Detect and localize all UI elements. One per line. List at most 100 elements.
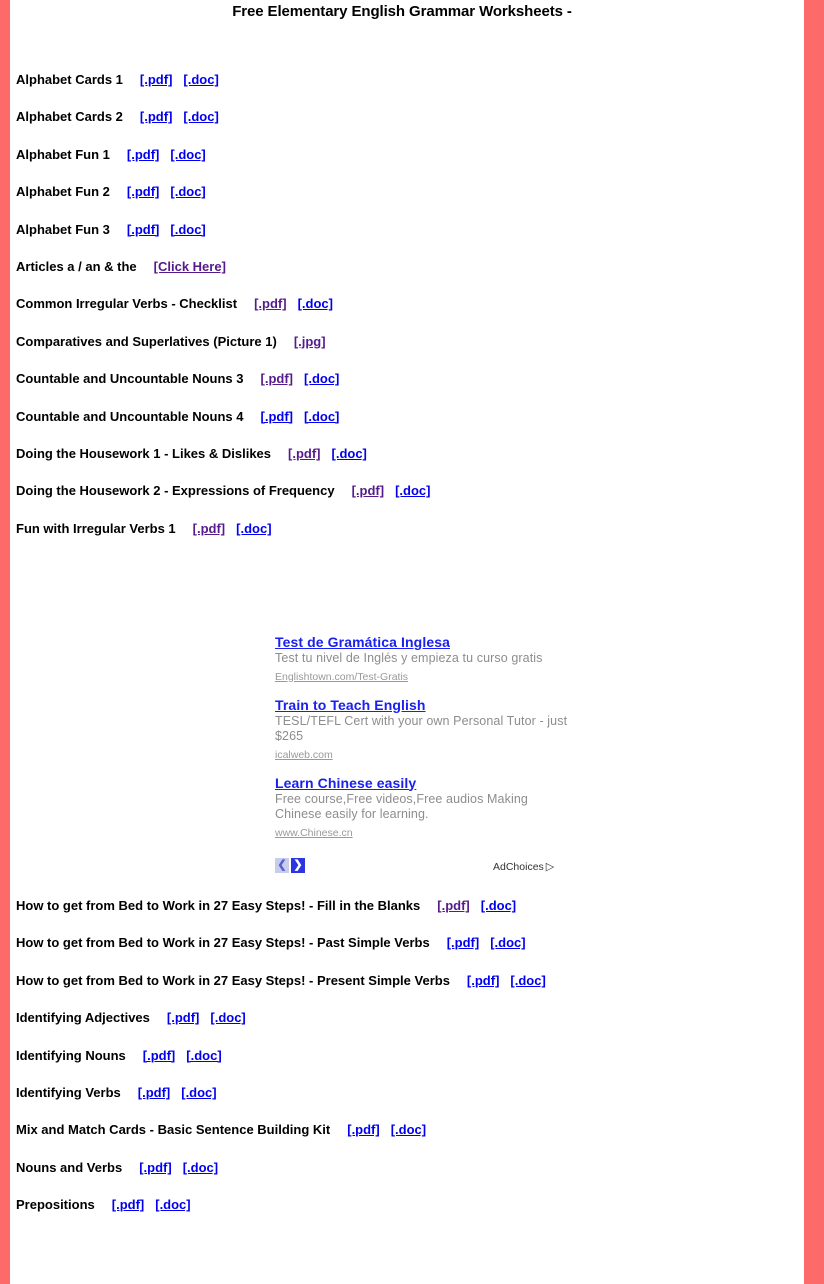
ad-display-url[interactable]: www.Chinese.cn — [275, 827, 353, 840]
ad-item: Test de Gramática Inglesa Test tu nivel d… — [275, 634, 575, 685]
worksheet-download-link[interactable]: [.pdf] — [140, 109, 172, 124]
worksheet-download-link[interactable]: [.doc] — [183, 72, 218, 87]
worksheet-row: How to get from Bed to Work in 27 Easy S… — [10, 935, 804, 951]
worksheet-download-link[interactable]: [.pdf] — [138, 1085, 170, 1100]
worksheet-download-link[interactable]: [.doc] — [395, 483, 430, 498]
worksheet-title: Alphabet Cards 1 — [16, 72, 123, 87]
worksheet-download-link[interactable]: [.pdf] — [467, 973, 499, 988]
worksheet-title: Identifying Nouns — [16, 1047, 126, 1063]
ad-item: Train to Teach English TESL/TEFL Cert wit… — [275, 697, 575, 763]
worksheet-row: Alphabet Fun 3 [.pdf] [.doc] — [10, 222, 804, 238]
worksheet-row: Identifying Verbs [.pdf] [.doc] — [10, 1085, 804, 1101]
ad-items: Test de Gramática Inglesa Test tu nivel d… — [275, 634, 575, 841]
worksheet-title: Prepositions — [16, 1197, 95, 1213]
worksheet-download-link[interactable]: [.doc] — [183, 109, 218, 124]
worksheet-download-link[interactable]: [.doc] — [210, 1010, 245, 1025]
worksheet-download-link[interactable]: [.pdf] — [140, 72, 172, 87]
worksheet-download-link[interactable]: [.doc] — [481, 898, 516, 913]
worksheet-row: Fun with Irregular Verbs 1 [.pdf] [.doc] — [10, 521, 804, 537]
ad-headline-link[interactable]: Train to Teach English — [275, 697, 575, 714]
worksheet-title: Countable and Uncountable Nouns 3 — [16, 371, 244, 387]
worksheet-download-link[interactable]: [.pdf] — [139, 1160, 171, 1175]
worksheet-download-link[interactable]: [.pdf] — [193, 521, 225, 536]
worksheet-download-link[interactable]: [.doc] — [170, 184, 205, 199]
ad-block: Test de Gramática Inglesa Test tu nivel d… — [275, 634, 575, 873]
worksheet-title: Alphabet Cards 2 — [16, 109, 123, 125]
worksheet-download-link[interactable]: [.pdf] — [254, 296, 286, 311]
worksheet-download-link[interactable]: [.pdf] — [167, 1010, 199, 1025]
worksheet-title: How to get from Bed to Work in 27 Easy S… — [16, 972, 450, 988]
adchoices-link[interactable]: AdChoices ▷ — [493, 860, 554, 873]
worksheet-download-link[interactable]: [.jpg] — [294, 334, 326, 349]
ad-footer: ❮ ❯ AdChoices ▷ — [275, 858, 575, 878]
worksheet-row: Mix and Match Cards - Basic Sentence Bui… — [10, 1122, 804, 1138]
worksheet-list-bottom: How to get from Bed to Work in 27 Easy S… — [10, 898, 804, 1235]
worksheet-download-link[interactable]: [.doc] — [170, 147, 205, 162]
worksheet-download-link[interactable]: [.pdf] — [127, 184, 159, 199]
ad-display-url[interactable]: icalweb.com — [275, 749, 333, 762]
worksheet-download-link[interactable]: [.doc] — [510, 973, 545, 988]
ad-description: TESL/TEFL Cert with your own Personal Tu… — [275, 713, 568, 744]
worksheet-download-link[interactable]: [.doc] — [391, 1122, 426, 1137]
worksheet-title: Alphabet Fun 2 — [16, 184, 110, 200]
worksheet-title: Fun with Irregular Verbs 1 — [16, 520, 176, 536]
worksheet-title: Doing the Housework 1 - Likes & Dislikes — [16, 445, 272, 461]
worksheet-download-link[interactable]: [.pdf] — [352, 483, 384, 498]
page-title: Free Elementary English Grammar Workshee… — [232, 3, 572, 20]
worksheet-download-link[interactable]: [.pdf] — [127, 222, 159, 237]
worksheet-download-link[interactable]: [.doc] — [236, 521, 271, 536]
worksheet-download-link[interactable]: [.doc] — [186, 1048, 221, 1063]
worksheet-download-link[interactable]: [.pdf] — [261, 371, 293, 386]
ad-description: Free course,Free videos,Free audios Maki… — [275, 791, 528, 822]
worksheet-download-link[interactable]: [.doc] — [490, 935, 525, 950]
ad-next-arrow-icon[interactable]: ❯ — [291, 858, 305, 873]
worksheet-download-link[interactable]: [.pdf] — [447, 935, 479, 950]
worksheet-download-link[interactable]: [.pdf] — [127, 147, 159, 162]
worksheet-download-link[interactable]: [Click Here] — [154, 259, 226, 274]
worksheet-title: Articles a / an & the — [16, 258, 137, 274]
ad-item: Learn Chinese easily Free course,Free vid… — [275, 775, 575, 841]
worksheet-row: Identifying Nouns [.pdf] [.doc] — [10, 1048, 804, 1064]
worksheet-row: Doing the Housework 2 - Expressions of F… — [10, 483, 804, 499]
worksheet-download-link[interactable]: [.doc] — [181, 1085, 216, 1100]
worksheet-title: Mix and Match Cards - Basic Sentence Bui… — [16, 1122, 331, 1138]
ad-prev-arrow-icon[interactable]: ❮ — [275, 858, 289, 873]
worksheet-row: How to get from Bed to Work in 27 Easy S… — [10, 973, 804, 989]
worksheet-row: Comparatives and Superlatives (Picture 1… — [10, 334, 804, 350]
worksheet-download-link[interactable]: [.pdf] — [143, 1048, 175, 1063]
title-spacer — [10, 20, 804, 72]
worksheet-row: Alphabet Cards 1 [.pdf] [.doc] — [10, 72, 804, 88]
worksheet-row: Countable and Uncountable Nouns 3 [.pdf] [… — [10, 371, 804, 387]
worksheet-row: Countable and Uncountable Nouns 4 [.pdf] [… — [10, 409, 804, 425]
worksheet-download-link[interactable]: [.pdf] — [112, 1197, 144, 1212]
worksheet-download-link[interactable]: [.doc] — [155, 1197, 190, 1212]
worksheet-row: Common Irregular Verbs - Checklist [.pdf]… — [10, 296, 804, 312]
worksheet-row: Nouns and Verbs [.pdf] [.doc] — [10, 1160, 804, 1176]
worksheet-download-link[interactable]: [.pdf] — [288, 446, 320, 461]
worksheet-download-link[interactable]: [.pdf] — [261, 409, 293, 424]
worksheet-row: Identifying Adjectives [.pdf] [.doc] — [10, 1010, 804, 1026]
worksheet-row: Doing the Housework 1 - Likes & Dislikes… — [10, 446, 804, 462]
worksheet-row: How to get from Bed to Work in 27 Easy S… — [10, 898, 804, 914]
worksheet-download-link[interactable]: [.doc] — [304, 371, 339, 386]
worksheet-download-link[interactable]: [.doc] — [298, 296, 333, 311]
worksheet-title: Identifying Adjectives — [16, 1010, 150, 1026]
page-content: Free Elementary English Grammar Workshee… — [10, 0, 804, 1284]
worksheet-title: Identifying Verbs — [16, 1084, 121, 1100]
ad-headline-link[interactable]: Learn Chinese easily — [275, 775, 575, 792]
ad-pagination: ❮ ❯ — [275, 858, 305, 873]
worksheet-title: Common Irregular Verbs - Checklist — [16, 296, 238, 312]
worksheet-download-link[interactable]: [.doc] — [332, 446, 367, 461]
worksheet-list-top: Alphabet Cards 1 [.pdf] [.doc] Alphabet Car… — [10, 72, 804, 537]
worksheet-row: Alphabet Cards 2 [.pdf] [.doc] — [10, 109, 804, 125]
worksheet-download-link[interactable]: [.doc] — [170, 222, 205, 237]
worksheet-download-link[interactable]: [.pdf] — [347, 1122, 379, 1137]
ad-headline-link[interactable]: Test de Gramática Inglesa — [275, 634, 575, 651]
worksheet-title: Alphabet Fun 3 — [16, 221, 110, 237]
ad-display-url[interactable]: Englishtown.com/Test-Gratis — [275, 671, 408, 684]
worksheet-row: Alphabet Fun 2 [.pdf] [.doc] — [10, 184, 804, 200]
worksheet-download-link[interactable]: [.doc] — [183, 1160, 218, 1175]
worksheet-download-link[interactable]: [.pdf] — [437, 898, 469, 913]
worksheet-title: Nouns and Verbs — [16, 1159, 123, 1175]
worksheet-download-link[interactable]: [.doc] — [304, 409, 339, 424]
